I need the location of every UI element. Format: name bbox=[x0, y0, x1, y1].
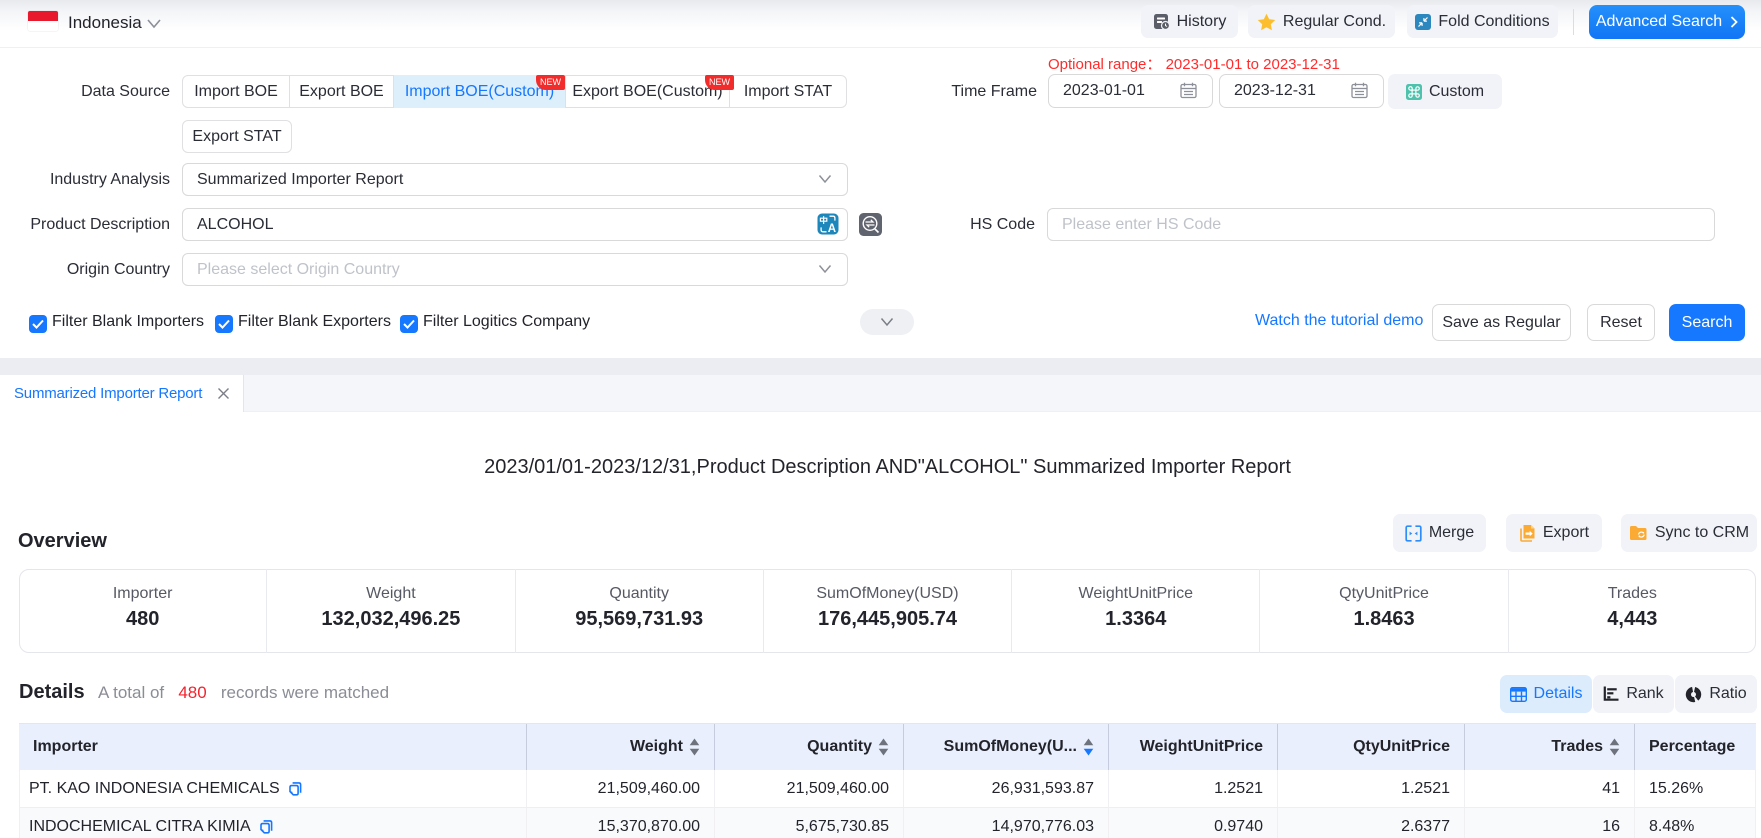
svg-text:A: A bbox=[828, 223, 836, 235]
